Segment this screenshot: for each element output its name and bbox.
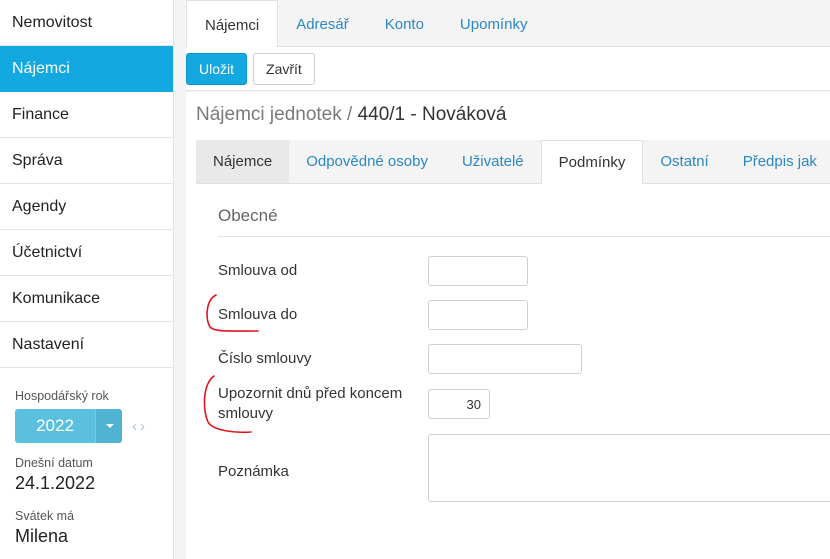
- nameday-label: Svátek má: [15, 509, 75, 523]
- today-label: Dnešní datum: [15, 456, 93, 470]
- sidebar-item-nastaveni[interactable]: Nastavení: [0, 322, 173, 368]
- sidebar-item-komunikace[interactable]: Komunikace: [0, 276, 173, 322]
- tab-najemce[interactable]: Nájemce: [196, 140, 290, 183]
- conditions-panel: Obecné Smlouva od Smlouva do Číslo smlou…: [196, 184, 830, 527]
- contract-number-label: Číslo smlouvy: [218, 350, 312, 367]
- tab-podminky[interactable]: Podmínky: [540, 140, 644, 185]
- fiscal-year-button[interactable]: 2022: [15, 409, 95, 443]
- note-textarea[interactable]: [428, 434, 830, 502]
- tab-adresar[interactable]: Adresář: [278, 0, 367, 46]
- tab-odpovedne-osoby[interactable]: Odpovědné osoby: [289, 140, 445, 183]
- page-title-prefix: Nájemci jednotek /: [196, 104, 358, 125]
- nameday-value: Milena: [15, 526, 69, 546]
- today-value: 24.1.2022: [15, 473, 96, 493]
- inner-tabs: Nájemce Odpovědné osoby Uživatelé Podmín…: [196, 140, 830, 185]
- top-tabs: Nájemci Adresář Konto Upomínky: [186, 0, 830, 48]
- tab-konto[interactable]: Konto: [367, 0, 442, 46]
- sidebar-item-sprava[interactable]: Správa: [0, 138, 173, 184]
- contract-to-label: Smlouva do: [218, 306, 298, 323]
- page-title: Nájemci jednotek / 440/1 - Nováková: [196, 104, 830, 126]
- sidebar-nav: Nemovitost Nájemci Finance Správa Agendy…: [0, 0, 173, 368]
- save-button[interactable]: Uložit: [186, 52, 248, 85]
- sidebar: Nemovitost Nájemci Finance Správa Agendy…: [0, 0, 174, 559]
- nameday-block: Svátek má Milena: [15, 509, 74, 547]
- today-block: Dnešní datum 24.1.2022: [15, 456, 95, 494]
- sidebar-item-ucetnictvi[interactable]: Účetnictví: [0, 230, 173, 276]
- sidebar-item-nemovitost[interactable]: Nemovitost: [0, 0, 173, 46]
- content-panel: Nájemci jednotek / 440/1 - Nováková Náje…: [186, 92, 830, 559]
- contract-from-input[interactable]: [428, 256, 528, 286]
- main-area: Nájemci Adresář Konto Upomínky Uložit Za…: [174, 0, 830, 559]
- contract-number-input[interactable]: [428, 344, 582, 374]
- sidebar-item-finance[interactable]: Finance: [0, 92, 173, 138]
- page-title-main: 440/1 - Nováková: [357, 104, 507, 125]
- toolbar: Uložit Zavřít: [186, 47, 830, 91]
- tab-ostatni[interactable]: Ostatní: [643, 140, 725, 183]
- close-button[interactable]: Zavřít: [253, 52, 315, 85]
- fiscal-year-selector: 2022 ‹›: [15, 409, 148, 443]
- sidebar-item-najemci[interactable]: Nájemci: [0, 46, 173, 92]
- conditions-form: Smlouva od Smlouva do Číslo smlouvy Upoz…: [218, 237, 830, 527]
- year-prev-next-arrows-icon[interactable]: ‹›: [132, 418, 148, 435]
- tab-najemci[interactable]: Nájemci: [186, 0, 279, 48]
- contract-to-input[interactable]: [428, 300, 528, 330]
- contract-from-label: Smlouva od: [218, 262, 298, 279]
- tab-predpis[interactable]: Předpis jak: [726, 140, 830, 183]
- note-label: Poznámka: [218, 463, 289, 480]
- notify-days-input[interactable]: [428, 389, 490, 419]
- fiscal-year-block: Hospodářský rok 2022 ‹›: [15, 389, 148, 443]
- fiscal-year-label: Hospodářský rok: [15, 389, 109, 403]
- section-title: Obecné: [218, 184, 830, 237]
- tab-uzivatele[interactable]: Uživatelé: [445, 140, 541, 183]
- tab-upominky[interactable]: Upomínky: [442, 0, 546, 46]
- notify-days-label: Upozornit dnů před koncem smlouvy: [218, 385, 403, 422]
- fiscal-year-dropdown-caret-icon[interactable]: [95, 409, 122, 443]
- sidebar-item-agendy[interactable]: Agendy: [0, 184, 173, 230]
